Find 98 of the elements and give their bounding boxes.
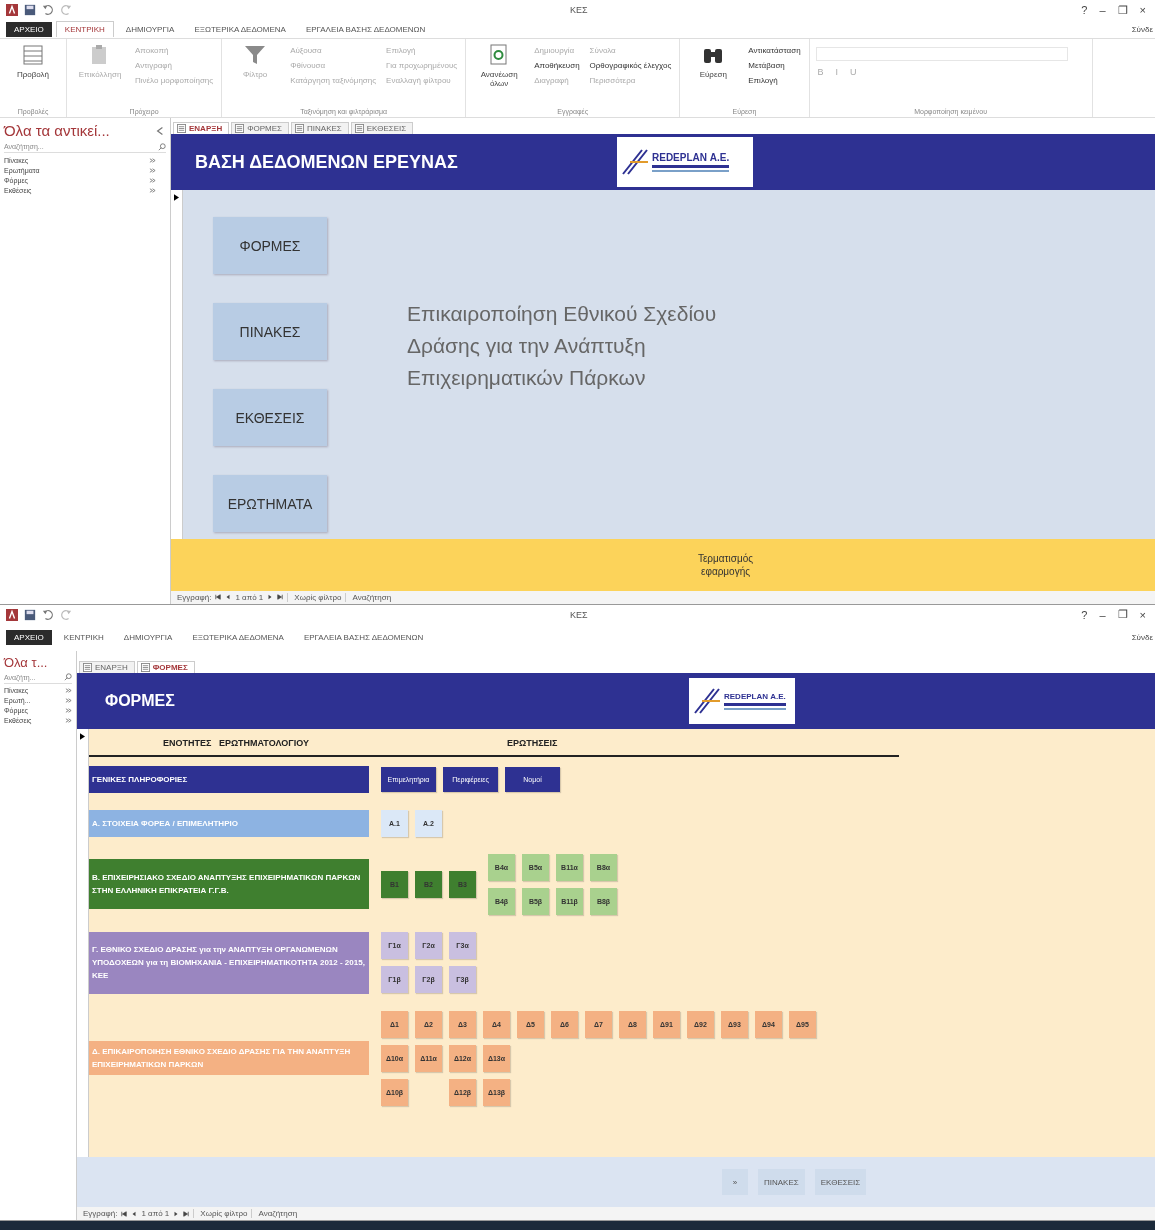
- chevron-icon: [65, 687, 72, 694]
- menu-button[interactable]: ΦΟΡΜΕΣ: [213, 217, 327, 274]
- ribbon-tab[interactable]: ΚΕΝΤΡΙΚΗ: [55, 630, 112, 645]
- form-title: ΒΑΣΗ ΔΕΔΟΜΕΝΩΝ ΕΡΕΥΝΑΣ: [195, 151, 458, 173]
- form-icon: [83, 662, 92, 672]
- window-control[interactable]: –: [1096, 608, 1109, 621]
- sign-in-link[interactable]: Σύνδε: [1131, 24, 1155, 34]
- window-control[interactable]: ×: [1136, 608, 1149, 621]
- font-field[interactable]: [815, 47, 1068, 61]
- ribbon-button[interactable]: Ανανέωση όλων: [472, 41, 527, 108]
- undo-icon[interactable]: [42, 608, 54, 621]
- menu-button[interactable]: ΠΙΝΑΚΕΣ: [213, 303, 327, 360]
- next-record-icon[interactable]: [267, 594, 274, 600]
- document-tab[interactable]: ΕΝΑΡΞΗ: [79, 660, 135, 673]
- ribbon-tab[interactable]: ΔΗΜΙΟΥΡΓΙΑ: [115, 630, 181, 645]
- ribbon-button[interactable]: Αντικατάσταση: [746, 45, 803, 56]
- window-control[interactable]: ❐: [1114, 608, 1131, 621]
- last-record-icon[interactable]: [277, 594, 284, 600]
- sign-in-link[interactable]: Σύνδε: [1131, 633, 1155, 642]
- menu-button[interactable]: ΕΚΘΕΣΕΙΣ: [213, 389, 327, 446]
- section-label[interactable]: ΓΕΝΙΚΕΣ ΠΛΗΡΟΦΟΡΙΕΣ: [89, 765, 369, 793]
- ribbon-tab[interactable]: ΑΡΧΕΙΟ: [6, 630, 52, 645]
- exit-button[interactable]: Τερματισμός εφαρμογής: [685, 550, 766, 579]
- record-label: Εγγραφή:: [83, 1209, 118, 1218]
- document-tab[interactable]: ΕΚΘΕΣΕΙΣ: [350, 122, 414, 134]
- ribbon-tab[interactable]: ΕΞΩΤΕΡΙΚΑ ΔΕΔΟΜΕΝΑ: [186, 21, 294, 37]
- ribbon-button[interactable]: Μετάβαση: [746, 60, 803, 71]
- search-field[interactable]: Αναζήτηση: [251, 1209, 298, 1218]
- record-selector-icon[interactable]: [174, 194, 179, 201]
- form-icon: [295, 124, 305, 133]
- previous-record-icon[interactable]: [131, 1210, 138, 1217]
- next-record-icon[interactable]: [173, 1210, 180, 1217]
- save-icon[interactable]: [24, 4, 36, 16]
- window-control[interactable]: ?: [1078, 3, 1091, 17]
- ribbon-tab[interactable]: ΕΡΓΑΛΕΙΑ ΒΑΣΗΣ ΔΕΔΟΜΕΝΩΝ: [297, 21, 434, 37]
- form-icon: [354, 124, 364, 133]
- record-label: Εγγραφή:: [177, 592, 212, 602]
- chevron-icon: [149, 156, 156, 164]
- first-record-icon[interactable]: [215, 594, 222, 600]
- ribbon-tab[interactable]: ΕΞΩΤΕΡΙΚΑ ΔΕΔΟΜΕΝΑ: [184, 630, 292, 645]
- headline-text: Επικαιροποίηση Εθνικού Σχεδίου Δράσης για την Ανάπτυξη Επιχειρηματικών Πάρκων: [407, 301, 717, 391]
- app-icon[interactable]: [6, 608, 18, 621]
- chevron-icon: [149, 166, 156, 174]
- chevron-icon: [149, 176, 156, 184]
- chevron-icon: [65, 717, 72, 724]
- first-record-icon[interactable]: [121, 1210, 128, 1217]
- ribbon-button[interactable]: Αποθήκευση: [532, 60, 582, 71]
- funnel-icon: [243, 43, 268, 67]
- chevron-icon: [65, 697, 72, 704]
- ribbon-tab[interactable]: ΔΗΜΙΟΥΡΓΙΑ: [117, 21, 183, 37]
- ribbon-tab[interactable]: ΕΡΓΑΛΕΙΑ ΒΑΣΗΣ ΔΕΔΟΜΕΝΩΝ: [295, 630, 432, 645]
- form-icon: [235, 124, 245, 133]
- window-control[interactable]: ?: [1078, 608, 1091, 621]
- filter-status[interactable]: Χωρίς φίλτρο: [193, 1209, 248, 1218]
- document-tab[interactable]: ΕΝΑΡΞΗ: [173, 122, 230, 134]
- section-label[interactable]: Β. ΕΠΙΧΕΙΡΗΣΙΑΚΟ ΣΧΕΔΙΟ ΑΝΑΠΤΥΞΗΣ ΕΠΙΧΕΙΡΗΜΑΤΙΚΩΝ ΠΑΡΚΩΝ ΣΤΗΝ ΕΛΛΗΝΙΚΗ ΕΠΙΚΡΑΤΕΙΑ Γ.Γ.Β.: [89, 859, 369, 909]
- column-header: ΕΝΟΤΗΤΕΣ ΕΡΩΤΗΜΑΤΟΛΟΓΙΟΥ: [163, 737, 309, 748]
- nav-pane-title[interactable]: Όλα τα αντικεί...: [4, 122, 110, 139]
- menu-button[interactable]: ΕΡΩΤΗΜΑΤΑ: [213, 475, 327, 532]
- ribbon-tab[interactable]: ΑΡΧΕΙΟ: [6, 21, 52, 37]
- company-logo: REDEPLAN Α.Ε.: [689, 677, 795, 724]
- footer-button[interactable]: ΠΙΝΑΚΕΣ: [758, 1169, 805, 1195]
- window-title: ΚΕΣ: [570, 609, 588, 620]
- save-icon[interactable]: [24, 608, 36, 621]
- form-icon: [177, 124, 186, 133]
- ribbon-button[interactable]: Ορθογραφικός έλεγχος: [587, 60, 674, 71]
- chevron-icon: [65, 707, 72, 714]
- record-position[interactable]: 1 από 1: [235, 592, 264, 602]
- window-title: ΚΕΣ: [570, 5, 588, 15]
- document-tab[interactable]: ΠΙΝΑΚΕΣ: [291, 122, 349, 134]
- search-field[interactable]: Αναζήτηση: [345, 592, 392, 602]
- previous-record-icon[interactable]: [225, 594, 232, 600]
- document-tab[interactable]: ΦΟΡΜΕΣ: [136, 660, 195, 673]
- ribbon-tab[interactable]: ΚΕΝΤΡΙΚΗ: [55, 21, 114, 37]
- document-tab[interactable]: ΦΟΡΜΕΣ: [231, 122, 290, 134]
- company-logo: REDEPLAN Α.Ε.: [617, 137, 753, 187]
- filter-status[interactable]: Χωρίς φίλτρο: [287, 592, 342, 602]
- last-record-icon[interactable]: [183, 1210, 190, 1217]
- chevron-icon: [149, 186, 156, 194]
- ribbon-button[interactable]: Εύρεση: [686, 41, 741, 108]
- search-icon: [158, 142, 166, 151]
- window-control[interactable]: ❐: [1114, 3, 1131, 17]
- ribbon-button[interactable]: Προβολή: [6, 41, 60, 108]
- ribbon-button[interactable]: Επιλογή: [746, 75, 803, 86]
- footer-button[interactable]: ΕΚΘΕΣΕΙΣ: [814, 1169, 867, 1195]
- undo-icon[interactable]: [42, 4, 54, 16]
- nav-pane-title[interactable]: Όλα τ...: [4, 654, 48, 670]
- search-icon: [64, 673, 72, 681]
- app-icon[interactable]: [6, 4, 18, 16]
- window-control[interactable]: –: [1096, 3, 1109, 17]
- form-icon: [140, 662, 150, 672]
- column-header: ΕΡΩΤΗΣΕΙΣ: [507, 737, 558, 748]
- form-title: ΦΟΡΜΕΣ: [105, 691, 175, 710]
- table-icon: [21, 43, 45, 67]
- record-position[interactable]: 1 από 1: [141, 1209, 170, 1218]
- window-control[interactable]: ×: [1136, 3, 1149, 17]
- record-selector-icon[interactable]: [80, 732, 85, 740]
- footer-button[interactable]: »: [722, 1169, 748, 1195]
